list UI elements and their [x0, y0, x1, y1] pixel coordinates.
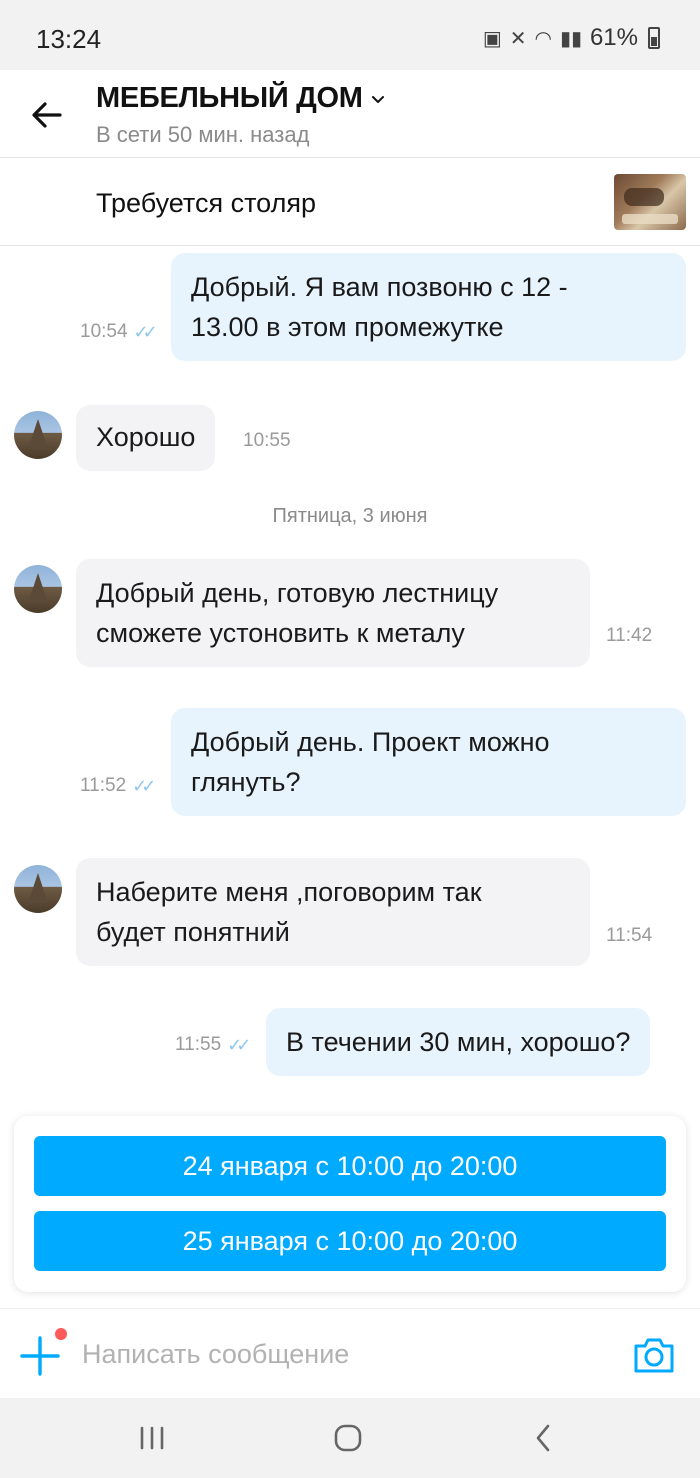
notification-dot: [55, 1328, 67, 1340]
message-time: 11:54: [606, 925, 653, 946]
time-slot-button[interactable]: 25 января с 10:00 до 20:00: [34, 1211, 666, 1271]
message-text-line: 13.00 в этом промежутке: [191, 312, 504, 342]
message-text-line: Добрый день, готовую лестницу: [96, 578, 499, 608]
message-composer: [0, 1308, 700, 1398]
chevron-down-icon: [371, 95, 384, 103]
message-text-line: В течении 30 мин, хорошо?: [286, 1027, 631, 1057]
status-icons: ▣ ✕ ◠ ▮▮ 61%: [483, 24, 660, 52]
date-separator: Пятница, 3 июня: [272, 505, 428, 527]
system-navigation-bar: [0, 1398, 700, 1478]
outgoing-message[interactable]: Добрый. Я вам позвоню с 12 - 13.00 в это…: [171, 253, 686, 361]
message-text-line: Добрый. Я вам позвоню с 12 -: [191, 272, 568, 302]
avatar[interactable]: [14, 565, 62, 613]
avatar[interactable]: [14, 411, 62, 459]
message-time: 11:52 ✓✓: [80, 775, 156, 796]
read-checkmarks-icon: ✓✓: [133, 321, 158, 342]
read-checkmarks-icon: ✓✓: [227, 1034, 251, 1055]
battery-icon: [648, 27, 660, 49]
camera-icon[interactable]: [632, 1335, 676, 1375]
message-time: 11:42: [606, 625, 653, 646]
listing-banner[interactable]: Требуется столяр: [0, 158, 700, 246]
incoming-message[interactable]: Добрый день, готовую лестницу сможете ус…: [76, 559, 590, 667]
notification-icon: ▣: [482, 27, 502, 50]
recent-apps-icon[interactable]: [132, 1420, 172, 1456]
status-time: 13:24: [36, 24, 102, 54]
message-list[interactable]: Добрый. Я вам позвоню с 12 - 13.00 в это…: [0, 247, 700, 1107]
message-time: 10:55: [243, 430, 291, 451]
message-text-line: глянуть?: [191, 767, 301, 797]
incoming-message[interactable]: Наберите меня ,поговорим так будет понят…: [76, 858, 590, 966]
back-arrow-icon[interactable]: [26, 94, 68, 136]
outgoing-message[interactable]: В течении 30 мин, хорошо?: [266, 1008, 651, 1076]
home-icon[interactable]: [328, 1420, 368, 1456]
read-checkmarks-icon: ✓✓: [132, 775, 156, 796]
chat-header: МЕБЕЛЬНЫЙ ДОМ В сети 50 мин. назад: [0, 70, 700, 158]
chat-title-dropdown[interactable]: МЕБЕЛЬНЫЙ ДОМ: [96, 82, 385, 115]
message-text-line: будет понятний: [96, 917, 290, 947]
message-input[interactable]: [82, 1333, 602, 1375]
wifi-icon: ◠: [534, 27, 552, 50]
online-status: В сети 50 мин. назад: [96, 122, 310, 147]
message-text-line: Добрый день. Проект можно: [191, 727, 550, 757]
time-slot-button[interactable]: 24 января с 10:00 до 20:00: [34, 1136, 666, 1196]
add-attachment-icon[interactable]: [18, 1334, 62, 1378]
incoming-message[interactable]: Хорошо: [76, 405, 216, 471]
back-icon[interactable]: [524, 1420, 564, 1456]
listing-title: Требуется столяр: [96, 188, 316, 218]
signal-icon: ▮▮: [559, 27, 582, 50]
time-slot-suggestions: 24 января с 10:00 до 20:00 25 января с 1…: [14, 1116, 686, 1292]
outgoing-message[interactable]: Добрый день. Проект можно глянуть?: [171, 708, 686, 816]
chat-title: МЕБЕЛЬНЫЙ ДОМ: [96, 82, 363, 114]
message-time: 11:55 ✓✓: [175, 1034, 251, 1055]
battery-percent: 61%: [589, 24, 638, 51]
listing-thumbnail[interactable]: [614, 174, 686, 230]
message-text-line: сможете устоновить к металу: [96, 618, 465, 648]
status-bar: 13:24 ▣ ✕ ◠ ▮▮ 61%: [0, 0, 700, 70]
message-time: 10:54 ✓✓: [80, 321, 158, 342]
message-text-line: Хорошо: [96, 422, 196, 452]
message-text-line: Наберите меня ,поговорим так: [96, 877, 482, 907]
mute-icon: ✕: [509, 27, 527, 50]
avatar[interactable]: [14, 865, 62, 913]
